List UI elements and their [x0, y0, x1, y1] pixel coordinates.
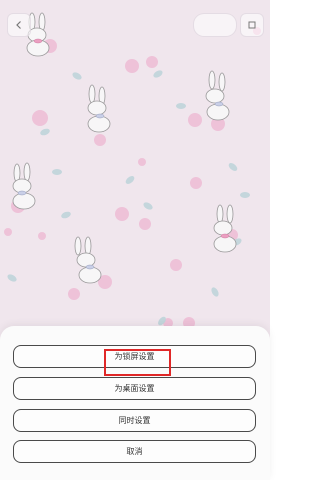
actions-pill[interactable] [193, 13, 237, 37]
set-desktop-label: 为桌面设置 [114, 384, 155, 393]
cancel-label: 取消 [126, 447, 143, 456]
chevron-left-icon [16, 21, 21, 29]
square-icon [248, 21, 256, 29]
set-both-label: 同时设置 [118, 416, 151, 425]
cancel-button[interactable]: 取消 [13, 440, 256, 463]
square-button[interactable] [240, 13, 264, 37]
set-desktop-button[interactable]: 为桌面设置 [13, 377, 256, 400]
highlight-box [104, 349, 171, 376]
back-button[interactable] [7, 13, 31, 37]
wallpaper-screen: 为锁屏设置 为桌面设置 同时设置 取消 [0, 0, 270, 480]
set-both-button[interactable]: 同时设置 [13, 409, 256, 432]
